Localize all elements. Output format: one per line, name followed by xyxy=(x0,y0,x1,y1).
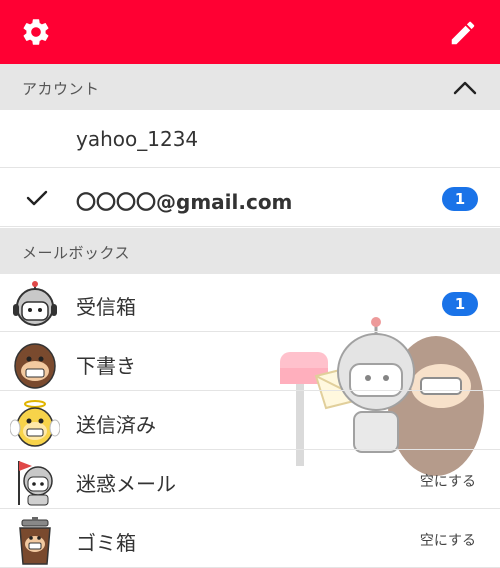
accounts-section-label: アカウント xyxy=(22,80,100,98)
angel-monkey-icon xyxy=(10,400,60,447)
mailbox-label: 迷惑メール xyxy=(76,472,176,496)
mailbox-row-drafts[interactable]: 下書き xyxy=(0,333,500,391)
robot-mascot-icon xyxy=(13,281,57,326)
mailbox-row-trash[interactable]: ゴミ箱 空にする xyxy=(0,510,500,568)
empty-trash-button[interactable]: 空にする xyxy=(420,530,476,550)
monkey-mascot-icon xyxy=(14,343,56,389)
top-app-bar xyxy=(0,0,500,64)
unread-count-badge: 1 xyxy=(442,292,478,316)
mailbox-label: 下書き xyxy=(76,354,136,378)
account-name: 〇〇〇〇@gmail.com xyxy=(76,190,293,214)
account-name: yahoo_1234 xyxy=(76,127,199,151)
mailbox-row-spam[interactable]: 迷惑メール 空にする xyxy=(0,451,500,509)
account-row-yahoo[interactable]: yahoo_1234 xyxy=(0,110,500,168)
gear-icon[interactable] xyxy=(20,16,52,48)
trash-monkey-icon xyxy=(19,517,51,565)
mailbox-section-label: メールボックス xyxy=(22,244,131,262)
mailbox-section-header: メールボックス xyxy=(0,228,500,274)
account-row-gmail[interactable]: 〇〇〇〇@gmail.com 1 xyxy=(0,169,500,227)
mailbox-label: 受信箱 xyxy=(76,295,136,319)
checkmark-icon xyxy=(26,190,48,206)
mailbox-row-sent[interactable]: 送信済み xyxy=(0,392,500,450)
unread-count-badge: 1 xyxy=(442,187,478,211)
chevron-up-icon[interactable] xyxy=(452,77,478,97)
pencil-icon[interactable] xyxy=(448,18,478,48)
robot-with-flag-icon xyxy=(18,461,53,506)
mailbox-row-inbox[interactable]: 受信箱 1 xyxy=(0,274,500,332)
empty-spam-button[interactable]: 空にする xyxy=(420,471,476,491)
mailbox-label: ゴミ箱 xyxy=(76,531,136,555)
mailbox-label: 送信済み xyxy=(76,413,156,437)
accounts-section-header[interactable]: アカウント xyxy=(0,64,500,110)
